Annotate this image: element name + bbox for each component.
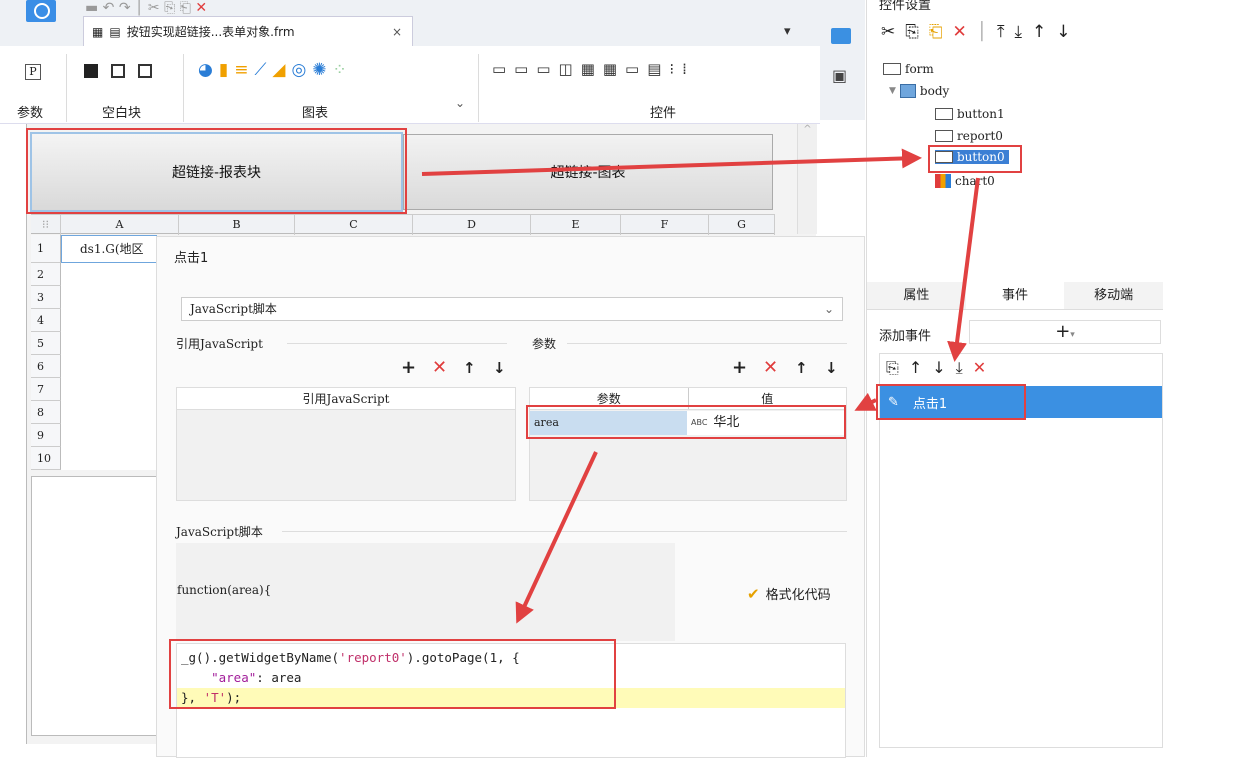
annotation-arrows <box>421 148 980 624</box>
arrow-param-to-code <box>515 451 598 624</box>
arrow-tree-to-event <box>947 177 980 362</box>
arrow-report-to-tree <box>421 148 922 176</box>
arrow-event-to-param <box>854 392 877 411</box>
